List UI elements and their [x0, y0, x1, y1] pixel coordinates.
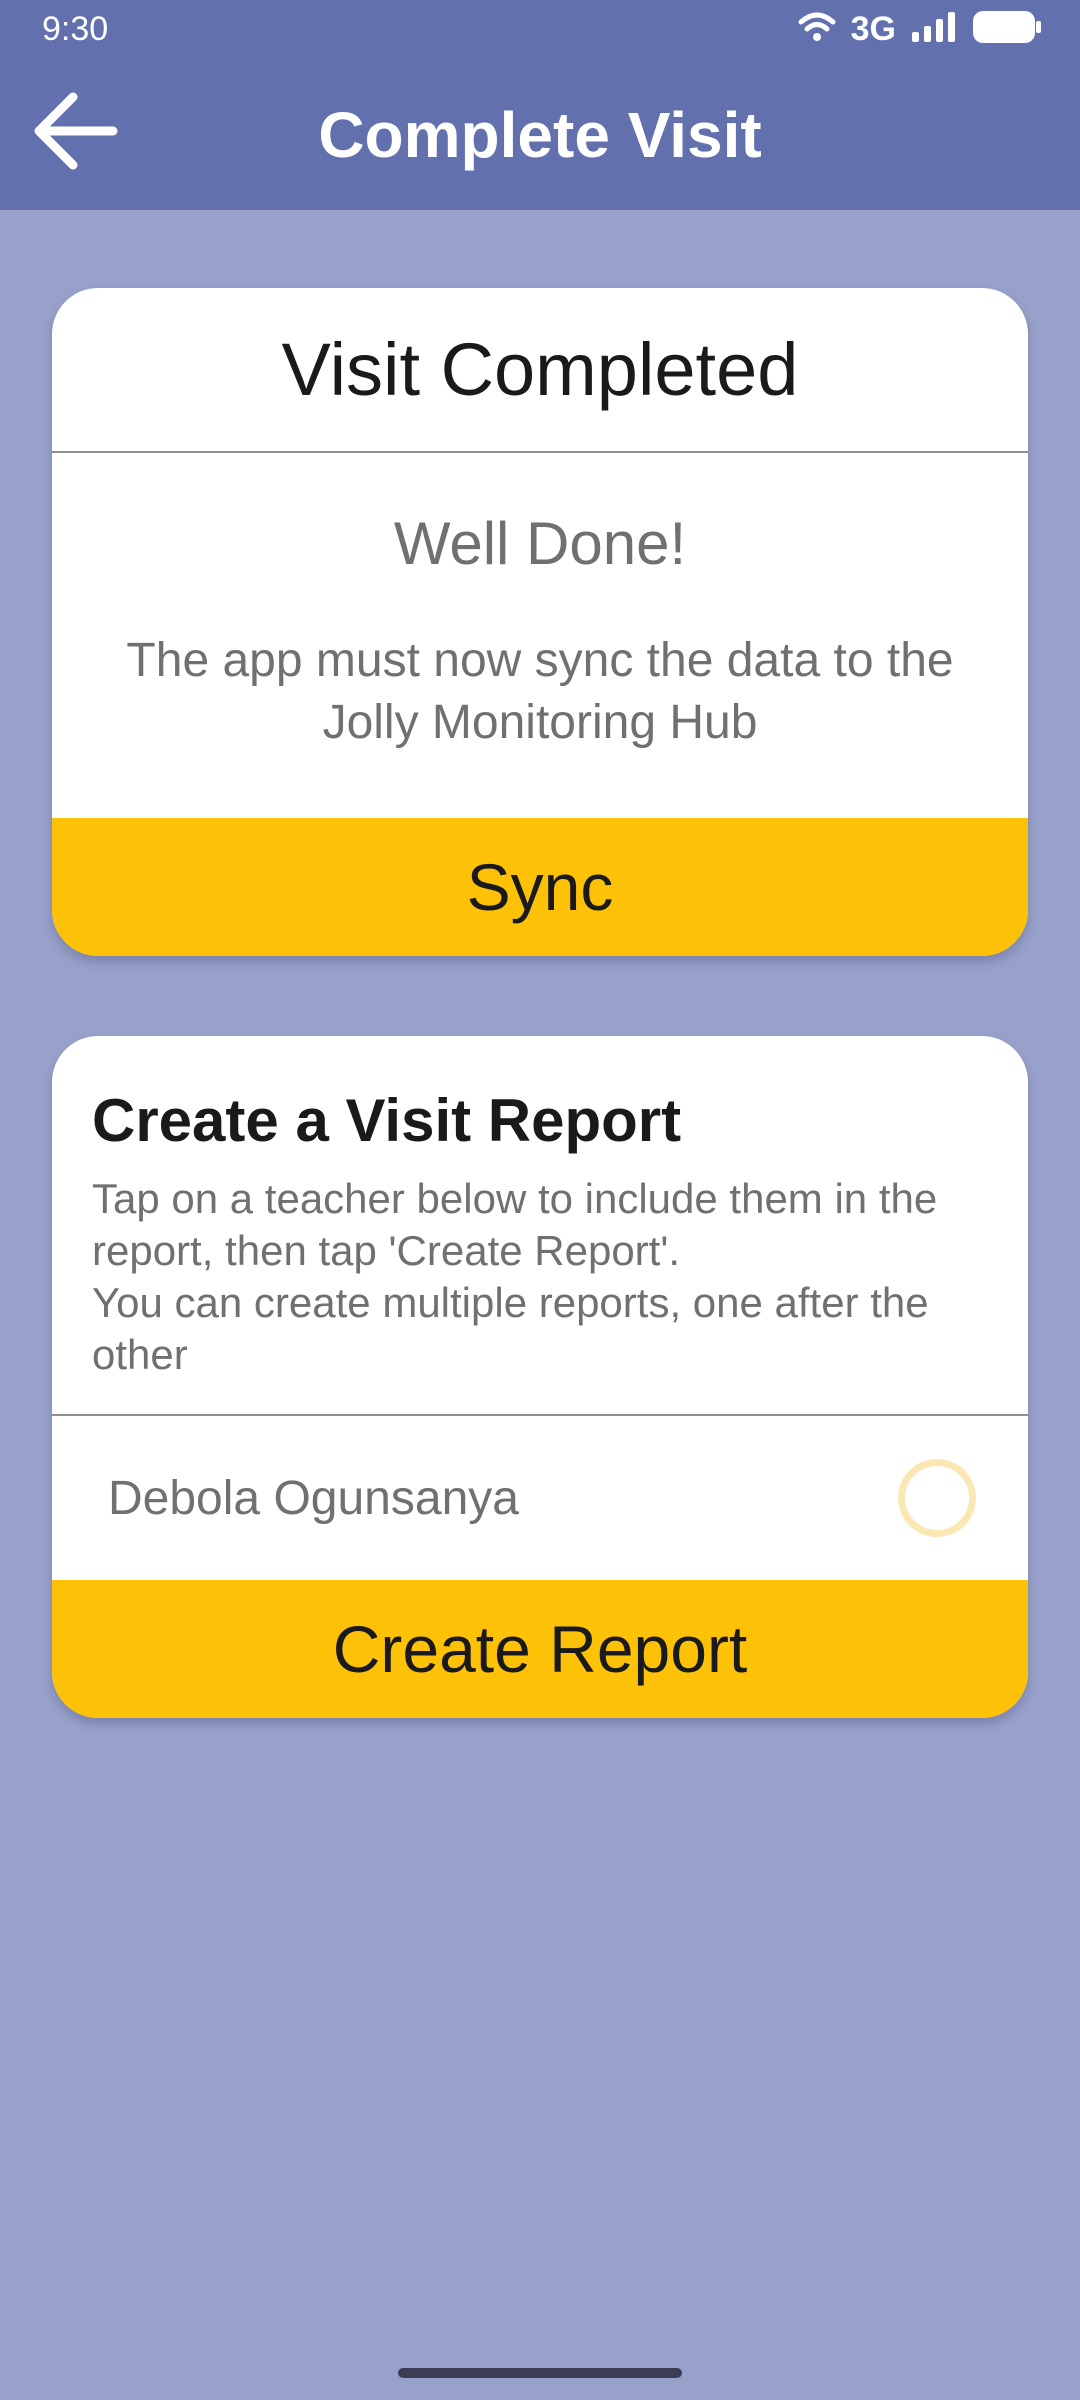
report-card: Create a Visit Report Tap on a teacher b…	[52, 1036, 1028, 1718]
report-description-line-2: You can create multiple reports, one aft…	[92, 1279, 929, 1378]
status-time: 9:30	[42, 9, 109, 48]
signal-icon	[910, 10, 958, 49]
create-report-button[interactable]: Create Report	[52, 1580, 1028, 1718]
sync-card-description: The app must now sync the data to the Jo…	[126, 634, 954, 749]
sync-card: Visit Completed Well Done! The app must …	[52, 288, 1028, 956]
app-bar: Complete Visit	[0, 58, 1080, 210]
report-card-description: Tap on a teacher below to include them i…	[52, 1155, 1028, 1381]
home-indicator[interactable]	[398, 2368, 682, 2378]
teacher-select-radio[interactable]	[898, 1459, 976, 1537]
report-card-title: Create a Visit Report	[92, 1087, 682, 1154]
status-bar: 9:30 3G	[0, 0, 1080, 58]
report-description-line-1: Tap on a teacher below to include them i…	[92, 1175, 938, 1274]
sync-card-subtitle: Well Done!	[393, 510, 687, 577]
wifi-icon	[797, 10, 837, 49]
network-type: 3G	[850, 9, 896, 48]
battery-icon	[972, 10, 1042, 49]
sync-card-title: Visit Completed	[52, 288, 1028, 453]
sync-button[interactable]: Sync	[52, 818, 1028, 956]
status-icons: 3G	[797, 10, 1042, 49]
teacher-list-item[interactable]: Debola Ogunsanya	[52, 1416, 1028, 1580]
page-title: Complete Visit	[318, 99, 762, 171]
teacher-name: Debola Ogunsanya	[108, 1471, 519, 1525]
